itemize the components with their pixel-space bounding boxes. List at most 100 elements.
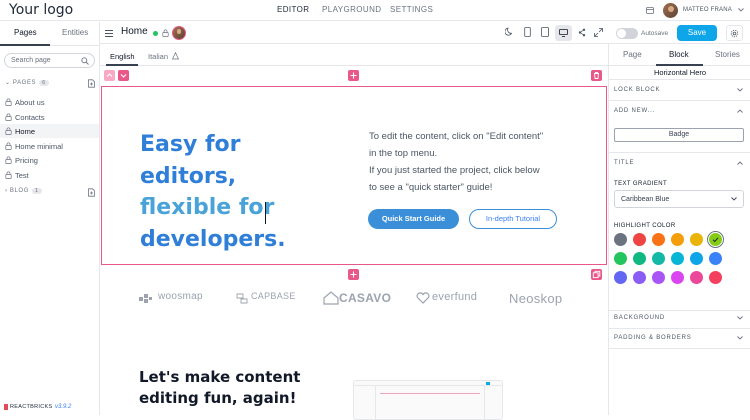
- autosave-toggle[interactable]: [616, 28, 638, 39]
- pages-section-header[interactable]: ⌄ PAGES 6: [5, 79, 49, 86]
- blog-count-badge: 1: [31, 188, 42, 194]
- desktop-icon[interactable]: [559, 29, 568, 37]
- move-block-up-button[interactable]: [104, 70, 115, 81]
- add-block-below-button[interactable]: [348, 269, 359, 280]
- app-logo[interactable]: Your logo: [9, 2, 73, 18]
- chevron-up-icon[interactable]: [737, 109, 743, 113]
- blog-section-header[interactable]: › BLOG 1: [5, 188, 42, 194]
- active-tab-indicator: [0, 44, 50, 46]
- quick-start-button[interactable]: Quick Start Guide: [368, 209, 459, 229]
- user-avatar[interactable]: [663, 3, 678, 18]
- highlight-color-swatch[interactable]: [652, 271, 665, 284]
- nav-settings[interactable]: SETTINGS: [390, 5, 433, 14]
- settings-button[interactable]: [726, 25, 743, 41]
- add-block-above-button[interactable]: [348, 70, 359, 81]
- highlight-color-swatch[interactable]: [652, 252, 665, 265]
- tab-stories[interactable]: Stories: [715, 50, 740, 59]
- page-item[interactable]: Home minimal: [0, 139, 99, 153]
- highlight-color-swatch[interactable]: [690, 252, 703, 265]
- editor-avatar[interactable]: [172, 26, 186, 40]
- highlight-color-swatch[interactable]: [671, 252, 684, 265]
- lock-icon: [5, 127, 12, 135]
- user-name[interactable]: MATTEO FRANA: [683, 7, 732, 13]
- tab-pages[interactable]: Pages: [14, 28, 37, 37]
- page-item[interactable]: About us: [0, 95, 99, 109]
- tab-entities[interactable]: Entities: [62, 28, 88, 37]
- highlight-color-swatch[interactable]: [614, 271, 627, 284]
- language-tabs: English Italian: [100, 44, 608, 66]
- hero-text-line[interactable]: in the top menu.: [369, 146, 437, 162]
- menu-icon[interactable]: [105, 30, 113, 37]
- delete-block-button[interactable]: [591, 70, 602, 81]
- hero-text-line[interactable]: If you just started the project, click b…: [369, 163, 540, 179]
- share-icon[interactable]: [578, 28, 586, 37]
- highlight-color-swatch[interactable]: [652, 233, 665, 246]
- chevron-down-icon[interactable]: [737, 88, 743, 92]
- page-item-label: Test: [15, 171, 29, 180]
- tab-block[interactable]: Block: [669, 50, 689, 59]
- duplicate-block-button[interactable]: [591, 269, 602, 280]
- tutorial-button[interactable]: In-depth Tutorial: [469, 209, 557, 229]
- highlight-color-swatch[interactable]: [709, 271, 722, 284]
- everfund-logo-icon: [416, 292, 430, 304]
- highlight-color-swatch[interactable]: [614, 252, 627, 265]
- highlight-color-swatch[interactable]: [709, 252, 722, 265]
- calendar-icon[interactable]: [646, 6, 654, 14]
- title-section[interactable]: TITLE: [614, 160, 634, 166]
- highlight-color-swatch[interactable]: [671, 271, 684, 284]
- expand-icon[interactable]: [594, 28, 603, 37]
- search-input[interactable]: Search page: [4, 53, 95, 68]
- page-title[interactable]: Home: [121, 26, 148, 37]
- section-title[interactable]: Let's make content editing fun, again!: [139, 367, 300, 409]
- chevron-down-icon[interactable]: [737, 316, 743, 320]
- tab-page[interactable]: Page: [623, 50, 642, 59]
- highlight-color-swatch[interactable]: [633, 252, 646, 265]
- pages-count-badge: 6: [39, 80, 49, 86]
- page-item-label: Home: [15, 127, 36, 136]
- nav-editor[interactable]: EDITOR: [277, 5, 309, 14]
- page-item-label: Home minimal: [15, 142, 63, 151]
- tablet-icon[interactable]: [541, 27, 549, 37]
- hero-heading-line: flexible for: [140, 195, 275, 220]
- lock-icon: [5, 113, 12, 121]
- add-badge-button[interactable]: Badge: [614, 128, 744, 142]
- chevron-down-icon: [731, 197, 737, 201]
- lock-icon[interactable]: [162, 29, 169, 37]
- background-section[interactable]: BACKGROUND: [614, 315, 665, 321]
- add-page-icon[interactable]: [87, 79, 96, 88]
- page-item-active[interactable]: Home: [0, 124, 99, 138]
- highlight-color-swatch[interactable]: [690, 233, 703, 246]
- move-block-down-button[interactable]: [118, 70, 129, 81]
- save-button[interactable]: Save: [677, 25, 717, 41]
- lock-block-section[interactable]: LOCK BLOCK: [614, 87, 660, 93]
- highlight-color-swatch[interactable]: [633, 271, 646, 284]
- tab-language-italian[interactable]: Italian: [148, 52, 168, 61]
- add-post-icon[interactable]: [87, 188, 96, 197]
- moon-icon[interactable]: [505, 27, 514, 36]
- add-new-section[interactable]: ADD NEW...: [614, 108, 655, 114]
- hero-block[interactable]: Easy for editors, flexible for developer…: [101, 86, 607, 265]
- search-icon: [81, 57, 89, 65]
- chevron-down-icon[interactable]: [737, 336, 743, 340]
- plus-icon: [350, 72, 357, 79]
- page-item[interactable]: Test: [0, 168, 99, 182]
- hero-text-line[interactable]: To edit the content, click on "Edit cont…: [369, 129, 543, 145]
- highlight-color-swatch[interactable]: [671, 233, 684, 246]
- gear-icon: [730, 29, 739, 38]
- chevron-down-icon[interactable]: [738, 8, 744, 12]
- chevron-up-icon[interactable]: [737, 161, 743, 165]
- hero-text-line[interactable]: to see a "quick starter" guide!: [369, 180, 492, 196]
- highlight-color-swatch[interactable]: [614, 233, 627, 246]
- tab-language-english[interactable]: English: [110, 52, 135, 61]
- version-label: v3.9.2: [55, 404, 72, 410]
- hero-heading[interactable]: Easy for editors, flexible for developer…: [140, 129, 340, 255]
- nav-playground[interactable]: PLAYGROUND: [322, 5, 381, 14]
- mobile-icon[interactable]: [524, 27, 531, 37]
- highlight-color-swatch[interactable]: [633, 233, 646, 246]
- highlight-color-swatch[interactable]: [690, 271, 703, 284]
- padding-borders-section[interactable]: PADDING & BORDERS: [614, 335, 692, 341]
- text-gradient-select[interactable]: Caribbean Blue: [614, 190, 744, 208]
- page-item[interactable]: Pricing: [0, 153, 99, 167]
- page-item[interactable]: Contacts: [0, 110, 99, 124]
- pages-section-label: PAGES: [12, 80, 37, 86]
